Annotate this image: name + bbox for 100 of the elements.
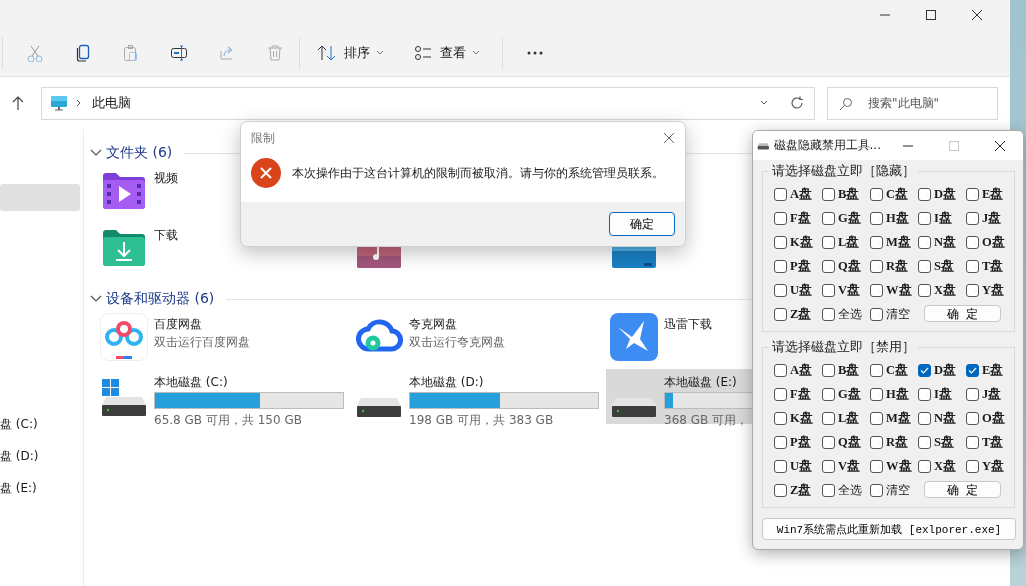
checkbox[interactable] bbox=[774, 283, 787, 297]
checkbox[interactable] bbox=[870, 259, 883, 273]
checkbox[interactable] bbox=[918, 259, 931, 273]
checkbox[interactable] bbox=[918, 435, 931, 449]
checkbox[interactable] bbox=[870, 187, 883, 201]
checkbox[interactable] bbox=[774, 411, 787, 425]
checkbox[interactable] bbox=[870, 307, 883, 321]
checkbox[interactable] bbox=[774, 363, 787, 377]
checkbox-label: D盘 bbox=[934, 361, 957, 379]
checkbox[interactable] bbox=[870, 211, 883, 225]
checkbox[interactable] bbox=[870, 235, 883, 249]
checkbox-label: K盘 bbox=[790, 409, 813, 427]
checkbox[interactable] bbox=[774, 435, 787, 449]
search-field[interactable]: 搜索"此电脑" bbox=[827, 86, 998, 120]
checkbox[interactable] bbox=[918, 459, 931, 473]
nav-item[interactable]: 盘 (D:) bbox=[0, 440, 83, 472]
checkbox[interactable] bbox=[966, 387, 979, 401]
checkbox-label: A盘 bbox=[790, 185, 813, 203]
checkbox[interactable] bbox=[822, 411, 835, 425]
chevron-down-icon bbox=[760, 100, 768, 106]
checkbox[interactable] bbox=[918, 235, 931, 249]
checkbox[interactable] bbox=[966, 187, 979, 201]
checkbox-label: 全选 bbox=[838, 481, 862, 499]
checkbox[interactable] bbox=[822, 435, 835, 449]
checkbox[interactable] bbox=[822, 363, 835, 377]
checkbox-label: Q盘 bbox=[838, 257, 861, 275]
checkbox[interactable] bbox=[966, 411, 979, 425]
checkbox[interactable] bbox=[918, 283, 931, 297]
checkbox[interactable] bbox=[822, 211, 835, 225]
view-button[interactable]: 查看 bbox=[406, 36, 488, 70]
checkbox-label: P盘 bbox=[790, 433, 811, 451]
confirm-button[interactable]: 确 定 bbox=[924, 481, 1001, 498]
checkbox-label: L盘 bbox=[838, 409, 860, 427]
checkbox-label: R盘 bbox=[886, 257, 909, 275]
nav-item[interactable]: 盘 (E:) bbox=[0, 472, 83, 504]
checkbox-label: Q盘 bbox=[838, 433, 861, 451]
checkbox[interactable] bbox=[822, 307, 835, 321]
checkbox-label: M盘 bbox=[886, 409, 911, 427]
checkbox[interactable] bbox=[774, 187, 787, 201]
checkbox[interactable] bbox=[918, 387, 931, 401]
checkbox[interactable] bbox=[822, 459, 835, 473]
reload-button[interactable]: Win7系统需点此重新加载 [exlporer.exe] bbox=[762, 518, 1016, 540]
checkbox[interactable] bbox=[966, 363, 979, 377]
checkbox[interactable] bbox=[966, 435, 979, 449]
checkbox[interactable] bbox=[774, 483, 787, 497]
desktop-folder-icon bbox=[612, 246, 656, 268]
cut-icon bbox=[26, 44, 44, 62]
checkbox[interactable] bbox=[870, 387, 883, 401]
dialog-title: 限制 bbox=[251, 129, 275, 147]
checkbox[interactable] bbox=[822, 187, 835, 201]
item-tile[interactable]: 夸克网盘 双击运行夸克网盘 bbox=[351, 313, 606, 369]
checkbox[interactable] bbox=[822, 259, 835, 273]
chevron-down-icon[interactable] bbox=[90, 295, 102, 303]
sort-button[interactable]: 排序 bbox=[308, 36, 392, 70]
trash-icon bbox=[266, 44, 284, 62]
checkbox-label: Y盘 bbox=[982, 457, 1005, 475]
checkbox[interactable] bbox=[966, 259, 979, 273]
close-icon[interactable] bbox=[663, 132, 675, 144]
checkbox[interactable] bbox=[774, 307, 787, 321]
checkbox-label: G盘 bbox=[838, 209, 861, 227]
checkbox[interactable] bbox=[774, 235, 787, 249]
checkbox[interactable] bbox=[918, 187, 931, 201]
nav-item[interactable]: 盘 (C:) bbox=[0, 408, 83, 440]
checkbox[interactable] bbox=[966, 459, 979, 473]
checkbox[interactable] bbox=[774, 387, 787, 401]
checkbox[interactable] bbox=[966, 211, 979, 225]
checkbox[interactable] bbox=[774, 459, 787, 473]
group-title: 请选择磁盘立即［隐藏］ bbox=[771, 162, 916, 180]
item-tile[interactable]: 下载 bbox=[96, 224, 351, 281]
checkbox-label: U盘 bbox=[790, 281, 813, 299]
checkbox[interactable] bbox=[870, 283, 883, 297]
checkbox[interactable] bbox=[822, 387, 835, 401]
checkbox-label: Z盘 bbox=[790, 305, 812, 323]
chevron-down-icon[interactable] bbox=[90, 149, 102, 157]
confirm-button[interactable]: 确 定 bbox=[924, 305, 1001, 322]
checkbox[interactable] bbox=[870, 411, 883, 425]
checkbox[interactable] bbox=[870, 459, 883, 473]
checkbox[interactable] bbox=[774, 211, 787, 225]
checkbox[interactable] bbox=[918, 411, 931, 425]
checkbox[interactable] bbox=[870, 363, 883, 377]
window-title: 磁盘隐藏禁用工具... bbox=[773, 137, 881, 154]
item-name: 百度网盘 bbox=[154, 316, 202, 333]
ok-button[interactable]: 确定 bbox=[609, 212, 675, 236]
checkbox[interactable] bbox=[822, 283, 835, 297]
check-icon bbox=[920, 366, 929, 374]
checkbox[interactable] bbox=[822, 235, 835, 249]
checkbox[interactable] bbox=[918, 363, 931, 377]
checkbox[interactable] bbox=[822, 483, 835, 497]
checkbox[interactable] bbox=[774, 259, 787, 273]
chevron-down-icon bbox=[472, 50, 480, 56]
checkbox[interactable] bbox=[966, 283, 979, 297]
checkbox-label: H盘 bbox=[886, 209, 909, 227]
checkbox[interactable] bbox=[918, 211, 931, 225]
checkbox[interactable] bbox=[966, 235, 979, 249]
checkbox[interactable] bbox=[870, 483, 883, 497]
address-bar[interactable]: 此电脑 bbox=[41, 86, 815, 120]
item-tile[interactable]: 百度网盘 双击运行百度网盘 bbox=[96, 313, 351, 369]
checkbox-label: O盘 bbox=[982, 409, 1005, 427]
checkbox-label: N盘 bbox=[934, 233, 957, 251]
checkbox[interactable] bbox=[870, 435, 883, 449]
